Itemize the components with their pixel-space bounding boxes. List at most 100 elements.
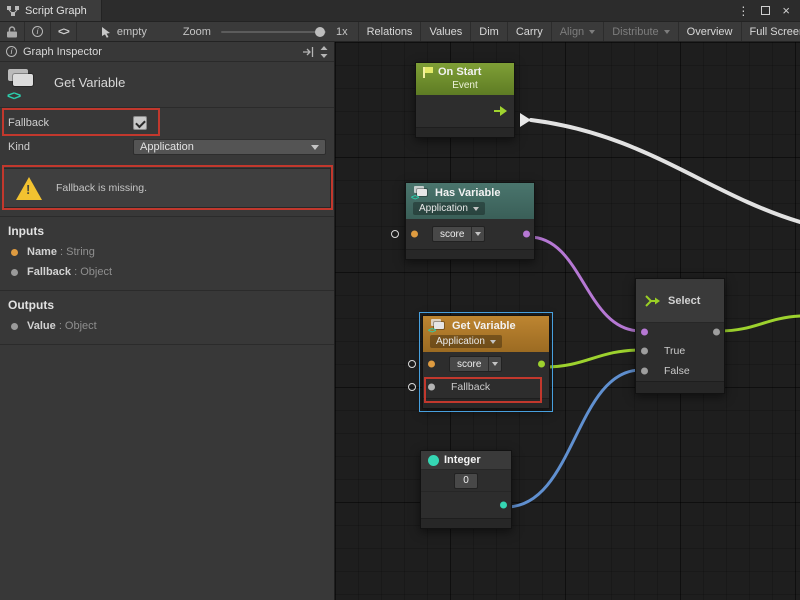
chevron-down-icon [475,232,481,236]
window-title: Script Graph [25,5,87,17]
node-select[interactable]: Select True False [635,278,725,394]
selection-status: empty [117,26,147,38]
false-port-label: False [664,365,690,377]
zoom-slider-handle[interactable] [315,27,325,37]
chevron-down-icon [664,30,670,34]
info-icon: i [32,26,43,37]
false-input-port[interactable] [641,368,648,375]
integer-output-port[interactable] [500,502,507,509]
port-dot [11,323,18,330]
wire-control [531,120,800,222]
chevron-down-icon [492,362,498,366]
kind-dropdown[interactable]: Application [133,139,326,155]
unconnected-port-ring [408,360,416,368]
name-input-port[interactable] [428,361,435,368]
node-has-variable[interactable]: <> Has Variable Application score [405,182,535,260]
variables-icon: <> [430,319,447,332]
result-output-port[interactable] [523,231,530,238]
kind-option-row: Kind Application [0,136,334,158]
select-icon [645,293,661,309]
kind-label: Kind [8,141,133,153]
input-row-name: Name : String [0,242,334,262]
true-input-port[interactable] [641,348,648,355]
chevron-down-icon [473,207,479,211]
zoom-value: 1x [336,26,348,38]
condition-input-port[interactable] [641,329,648,336]
dock-icon[interactable] [303,47,314,57]
node-integer[interactable]: Integer 0 [420,450,512,529]
menu-icon[interactable]: ⋮ [737,4,749,18]
code-preview-button[interactable]: <> [51,22,77,41]
integer-icon [428,455,439,466]
wires-layer [335,42,800,600]
wire-select-output [719,316,800,331]
kind-dropdown[interactable]: Application [430,335,502,348]
fallback-option-row: Fallback [0,110,334,136]
integer-value-field[interactable]: 0 [454,473,478,489]
maximize-icon[interactable] [761,6,770,15]
input-row-fallback: Fallback : Object [0,262,334,282]
flag-icon [423,67,433,78]
inspect-button[interactable]: i [25,22,51,41]
node-title: Integer [444,454,481,466]
true-port-label: True [664,345,685,357]
outputs-heading: Outputs [0,291,334,316]
name-input-port[interactable] [411,231,418,238]
distribute-button[interactable]: Distribute [603,22,677,41]
value-output-port[interactable] [538,361,545,368]
relations-button[interactable]: Relations [358,22,421,41]
node-subtitle: Event [416,80,514,95]
node-get-variable[interactable]: <> Get Variable Application score Fallba… [422,315,550,409]
chevron-down-icon [490,340,496,344]
unit-title: Get Variable [54,69,125,90]
selection-output-port[interactable] [713,329,720,336]
values-button[interactable]: Values [420,22,470,41]
warning-icon [16,177,42,200]
unconnected-port-ring [408,383,416,391]
variables-icon: <> [8,69,42,101]
node-title: Get Variable [452,320,516,332]
fallback-label: Fallback [8,117,133,129]
warning-box: Fallback is missing. [3,168,331,208]
node-title: Has Variable [435,187,500,199]
variable-name-field[interactable]: score [432,226,485,242]
graph-toolbar: i <> empty Zoom 1x Relations Values Dim … [0,22,800,42]
overview-button[interactable]: Overview [678,22,741,41]
graph-inspector-header: i Graph Inspector [0,42,334,62]
unit-title-block: <> Get Variable [0,62,334,108]
code-icon: <> [58,26,69,38]
info-icon: i [6,46,17,57]
kind-dropdown[interactable]: Application [413,202,485,215]
wire-true-value [544,350,641,367]
pointer-icon [101,26,111,38]
full-screen-button[interactable]: Full Screen [741,22,800,41]
node-title: On Start [438,66,481,78]
lock-icon [7,26,17,38]
align-button[interactable]: Align [551,22,603,41]
control-output-port[interactable] [494,106,507,116]
fallback-port-label: Fallback [451,381,490,393]
fallback-input-port[interactable] [428,384,435,391]
dim-button[interactable]: Dim [470,22,507,41]
output-row-value: Value : Object [0,316,334,336]
tab-script-graph[interactable]: Script Graph [0,0,102,21]
titlebar: Script Graph ⋮ × [0,0,800,22]
graph-inspector-panel: i Graph Inspector <> Get Variable Fallba… [0,42,335,600]
close-icon[interactable]: × [782,3,790,18]
chevron-down-icon [311,145,319,150]
node-title: Select [668,295,700,307]
zoom-slider[interactable] [221,31,326,33]
unconnected-port-ring [391,230,399,238]
variables-icon: <> [413,186,430,199]
carry-button[interactable]: Carry [507,22,551,41]
lock-button[interactable] [0,22,25,41]
script-graph-icon [7,5,19,17]
fallback-checkbox[interactable] [133,116,147,130]
warning-text: Fallback is missing. [56,182,147,194]
variable-name-field[interactable]: score [449,356,502,372]
node-on-start[interactable]: On Start Event [415,62,515,138]
graph-canvas[interactable]: On Start Event <> Has Variable Applicati… [335,42,800,600]
scroll-arrows-icon[interactable] [320,46,328,58]
panel-title: Graph Inspector [23,46,102,58]
wire-arrow-icon [520,113,531,127]
